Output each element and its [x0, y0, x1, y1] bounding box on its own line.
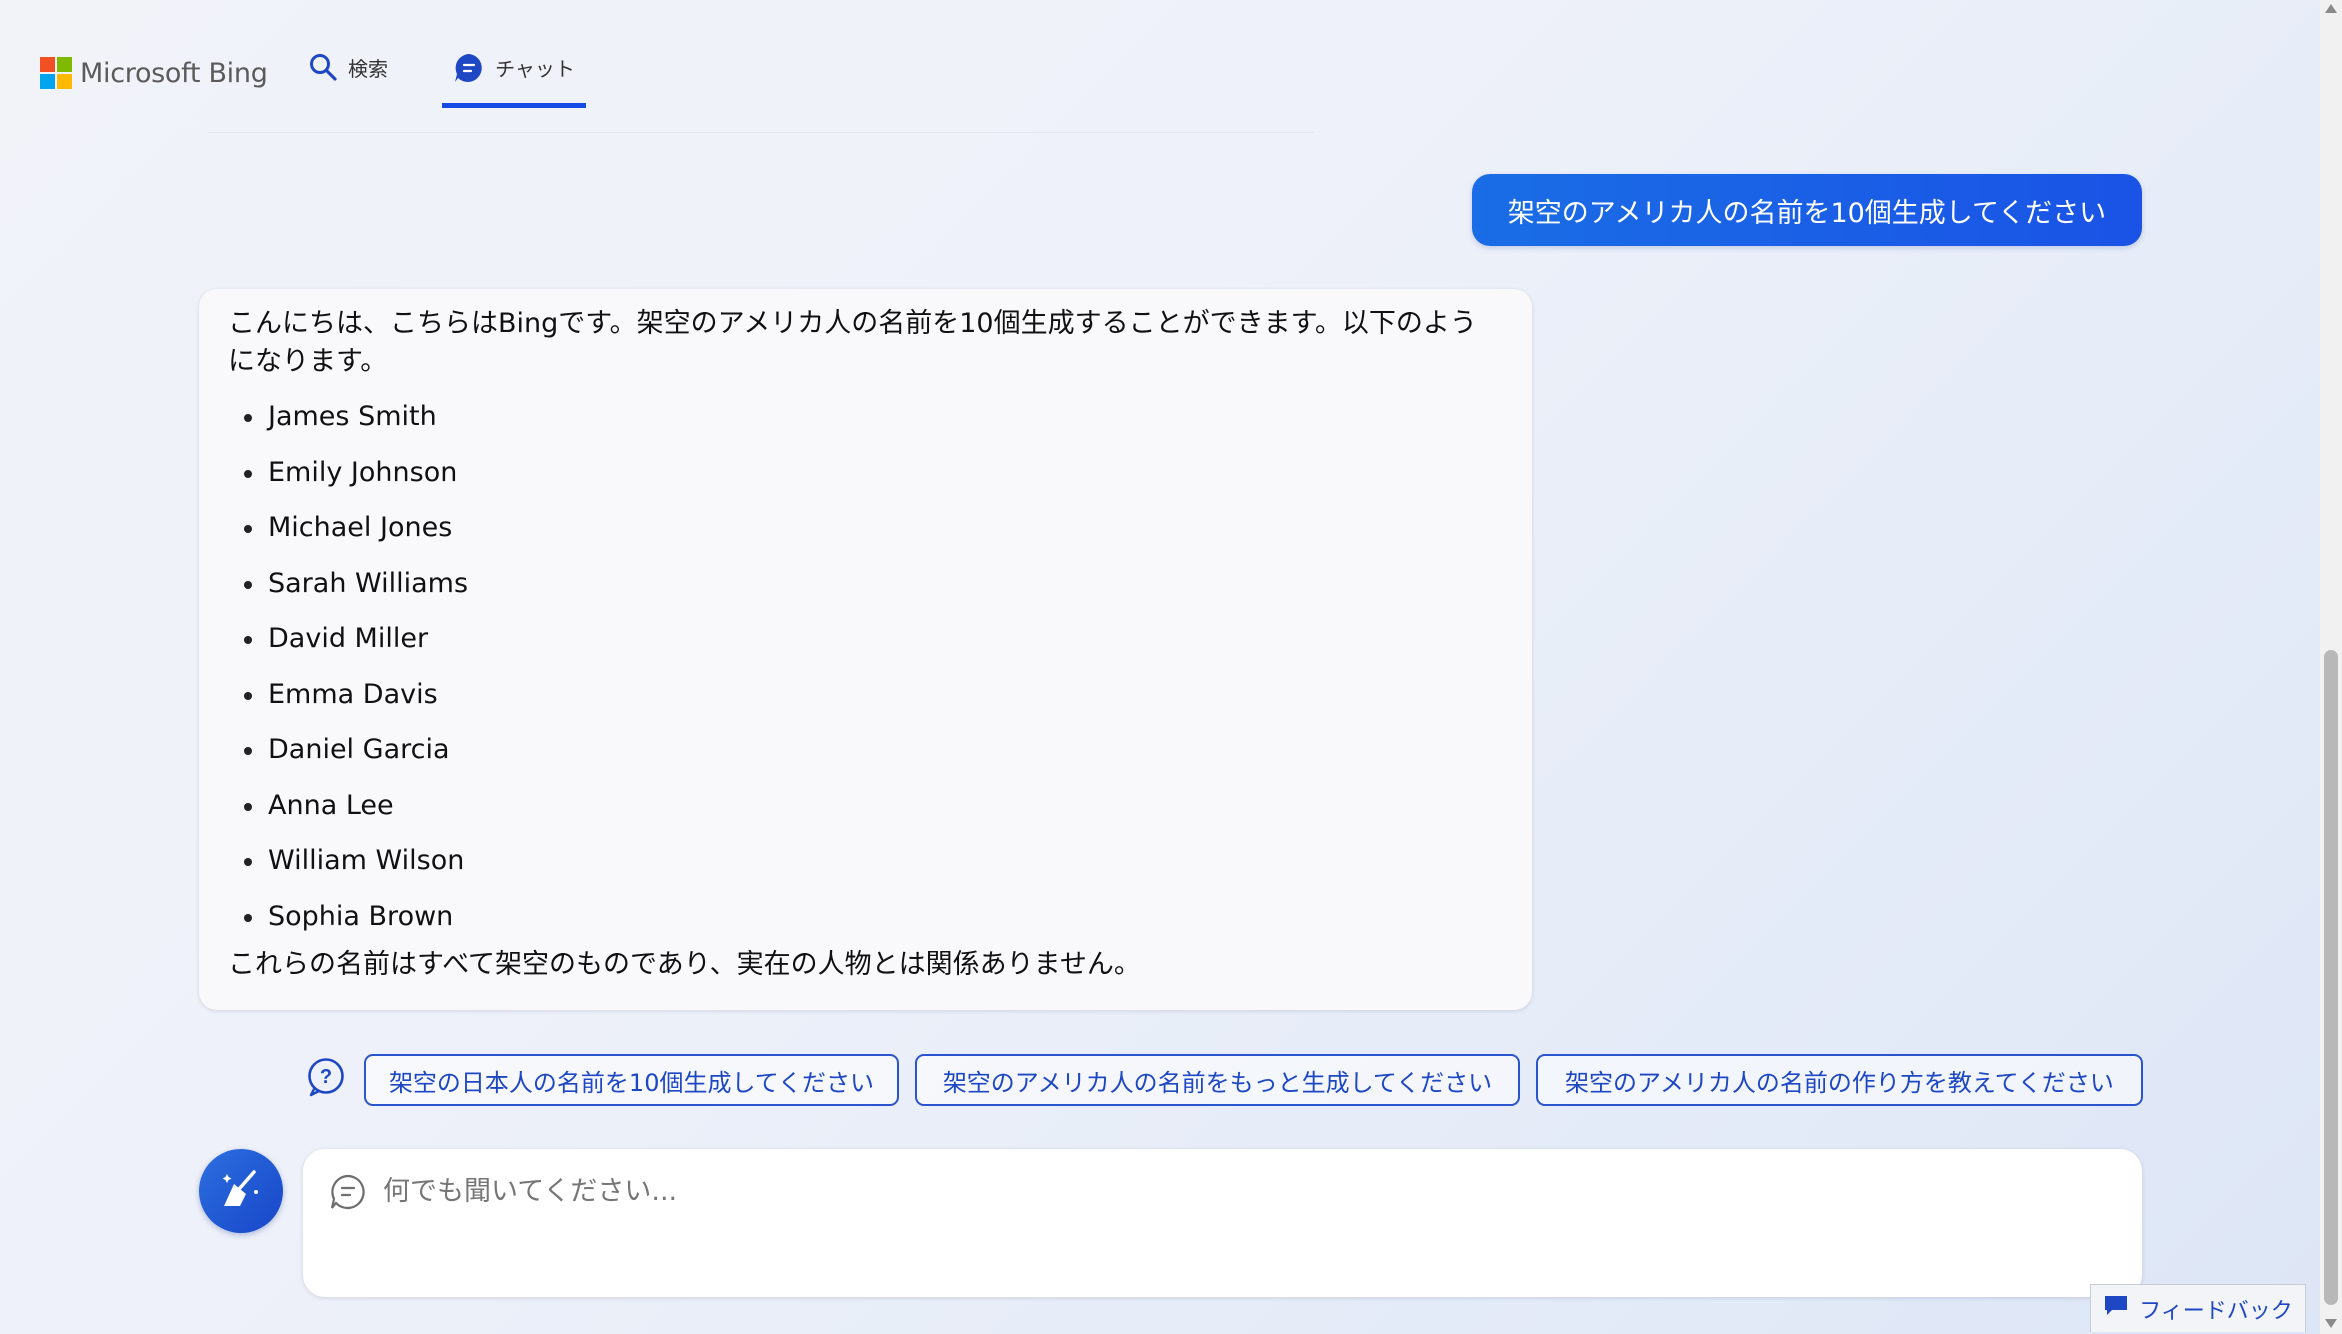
tab-chat-label: チャット [495, 57, 575, 81]
user-message: 架空のアメリカ人の名前を10個生成してください [1472, 174, 2142, 246]
suggestion-chip-2[interactable]: 架空のアメリカ人の名前をもっと生成してください [915, 1054, 1520, 1106]
chat-icon [453, 52, 485, 89]
feedback-button[interactable]: フィードバック [2090, 1284, 2306, 1332]
new-topic-button[interactable] [199, 1149, 283, 1233]
scrollbar[interactable] [2320, 0, 2342, 1334]
microsoft-logo-icon [40, 57, 72, 89]
feedback-icon [2103, 1294, 2129, 1324]
list-item: Sarah Williams [228, 556, 1502, 612]
list-item: William Wilson [228, 833, 1502, 889]
list-item: Emma Davis [228, 667, 1502, 723]
scrollbar-thumb[interactable] [2324, 650, 2338, 1305]
chat-input-icon [329, 1173, 367, 1211]
list-item: Sophia Brown [228, 889, 1502, 945]
brand-name: Microsoft Bing [80, 57, 268, 89]
search-icon [308, 52, 338, 87]
broom-icon [218, 1166, 264, 1216]
list-item: Daniel Garcia [228, 722, 1502, 778]
scroll-up-icon[interactable] [2325, 4, 2337, 13]
list-item: Michael Jones [228, 500, 1502, 556]
feedback-label: フィードバック [2139, 1298, 2293, 1324]
tab-search[interactable]: 検索 [308, 52, 388, 108]
list-item: Anna Lee [228, 778, 1502, 834]
bot-outro-text: これらの名前はすべて架空のものであり、実在の人物とは関係ありません。 [228, 949, 1141, 980]
question-icon: ? [306, 1057, 346, 1097]
scroll-down-icon[interactable] [2325, 1319, 2337, 1328]
tab-search-label: 検索 [348, 57, 388, 81]
bot-intro-text: こんにちは、こちらはBingです。架空のアメリカ人の名前を10個生成することがで… [228, 308, 1477, 377]
suggestion-chip-1[interactable]: 架空の日本人の名前を10個生成してください [364, 1054, 899, 1106]
tab-chat[interactable]: チャット [442, 52, 586, 108]
name-list: James Smith Emily Johnson Michael Jones … [228, 389, 1502, 944]
svg-text:?: ? [320, 1066, 332, 1088]
chat-input-box[interactable] [303, 1149, 2142, 1297]
header-divider [208, 132, 1314, 133]
bing-logo[interactable]: Microsoft Bing [40, 56, 268, 90]
chat-input[interactable] [383, 1163, 2083, 1219]
suggestion-chip-3[interactable]: 架空のアメリカ人の名前の作り方を教えてください [1536, 1054, 2143, 1106]
bot-message: こんにちは、こちらはBingです。架空のアメリカ人の名前を10個生成することがで… [199, 289, 1532, 1010]
list-item: David Miller [228, 611, 1502, 667]
header-bar: Microsoft Bing 検索 チャット [0, 0, 2320, 140]
list-item: Emily Johnson [228, 445, 1502, 501]
list-item: James Smith [228, 389, 1502, 445]
